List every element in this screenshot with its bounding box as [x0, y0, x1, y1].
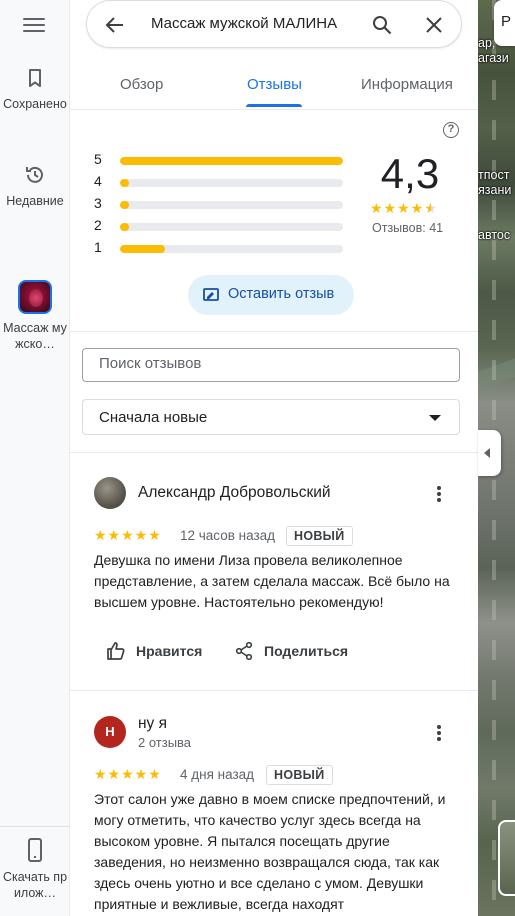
rating-row-label: 5 [94, 151, 102, 167]
search-icon[interactable] [371, 14, 393, 36]
back-arrow-icon[interactable] [103, 13, 127, 37]
share-label: Поделиться [264, 643, 349, 659]
map-top-chip-label: Р [501, 13, 512, 30]
layers-thumbnail[interactable] [498, 820, 515, 896]
tab-bar: Обзор Отзывы Информация [70, 62, 478, 110]
avatar[interactable] [94, 477, 126, 509]
average-stars: ★★★★★ [370, 200, 438, 216]
edit-review-icon [203, 288, 219, 301]
new-badge: НОВЫЙ [266, 765, 333, 785]
sort-selected: Сначала новые [99, 409, 208, 426]
map-label: ар, [478, 36, 496, 50]
review-author-count: 2 отзыва [138, 735, 192, 750]
like-label: Нравится [136, 643, 203, 659]
rating-bar-fill [120, 223, 129, 231]
rail-download-label: Скачать прилож… [2, 870, 68, 900]
place-panel: Обзор Отзывы Информация ? 5 4 3 2 1 4,3 … [70, 0, 478, 916]
map-label: агази [478, 51, 509, 65]
rating-bar-fill [120, 201, 129, 209]
rail-download-section: Скачать прилож… [0, 826, 70, 900]
rating-row-2: 2 [94, 215, 344, 237]
share-icon [235, 641, 253, 661]
divider [70, 452, 478, 453]
rating-bar-track [120, 157, 343, 165]
review-stars: ★★★★★ [94, 766, 162, 782]
place-thumbnail [18, 280, 52, 314]
rating-row-label: 4 [94, 173, 102, 189]
new-badge: НОВЫЙ [286, 526, 353, 546]
rail-saved-label: Сохранено [3, 97, 67, 111]
rating-row-3: 3 [94, 193, 344, 215]
rail-place-label: Массаж мужско… [3, 321, 67, 351]
search-box[interactable]: Массаж мужской МАЛИНА [86, 0, 462, 48]
dropdown-arrow-icon [429, 415, 441, 421]
rating-row-4: 4 [94, 171, 344, 193]
rail-place[interactable]: Массаж мужско… [0, 280, 70, 352]
phone-icon [28, 838, 42, 862]
map-label: тпост [478, 168, 510, 182]
rating-bar-fill [120, 245, 165, 253]
average-rating: 4,3 [380, 150, 440, 197]
rail-recent[interactable]: Недавние [0, 163, 70, 209]
rating-row-label: 3 [94, 195, 102, 211]
divider [70, 690, 478, 691]
sort-dropdown[interactable]: Сначала новые [82, 399, 460, 435]
history-icon [26, 166, 43, 183]
rail-download[interactable]: Скачать прилож… [0, 837, 70, 901]
divider [70, 331, 478, 332]
thumb-up-icon [107, 642, 125, 660]
tab-reviews[interactable]: Отзывы [247, 76, 302, 93]
review-author[interactable]: ну я [138, 715, 167, 733]
rating-bar-track [120, 201, 343, 209]
map-label: автос [478, 228, 511, 242]
rating-bar-fill [120, 179, 129, 187]
rating-row-1: 1 [94, 237, 344, 259]
tab-info[interactable]: Информация [361, 76, 453, 93]
review-text: Девушка по имени Лиза провела великолепн… [94, 552, 450, 610]
more-options-icon[interactable] [429, 484, 449, 504]
left-rail: Сохранено Недавние Массаж мужско… Скачат… [0, 0, 70, 916]
rating-bar-track [120, 179, 343, 187]
rating-bar-track [120, 223, 343, 231]
review-author[interactable]: Александр Добровольский [138, 484, 331, 502]
map-label: язани [478, 183, 512, 197]
review-search-box[interactable] [82, 348, 460, 382]
rating-bar-track [120, 245, 343, 253]
like-button[interactable]: Нравится [106, 640, 206, 664]
collapse-panel-button[interactable] [478, 430, 501, 476]
review-time: 4 дня назад [180, 767, 255, 782]
review-text: Этот салон уже давно в моем списке предп… [94, 791, 446, 912]
menu-icon[interactable] [22, 14, 46, 34]
avatar[interactable]: Н [94, 716, 126, 748]
review-count: Отзывов: 41 [372, 221, 444, 235]
review-time: 12 часов назад [180, 528, 276, 543]
map-top-chip[interactable]: Р [494, 0, 515, 46]
write-review-button[interactable]: Оставить отзыв [188, 275, 354, 315]
search-query[interactable]: Массаж мужской МАЛИНА [151, 15, 351, 32]
rail-recent-label: Недавние [6, 194, 64, 208]
more-options-icon[interactable] [429, 723, 449, 743]
tab-overview[interactable]: Обзор [120, 76, 163, 93]
rating-bar-fill [120, 157, 343, 165]
bookmark-icon [29, 69, 41, 87]
rating-row-5: 5 [94, 149, 344, 171]
rating-row-label: 1 [94, 239, 102, 255]
review-stars: ★★★★★ [94, 527, 162, 543]
share-button[interactable]: Поделиться [234, 640, 354, 664]
close-icon[interactable] [423, 14, 445, 36]
review-search-input[interactable] [99, 355, 439, 372]
write-review-label: Оставить отзыв [228, 286, 335, 302]
help-icon[interactable]: ? [443, 122, 459, 138]
active-tab-indicator [246, 104, 302, 107]
rail-saved[interactable]: Сохранено [0, 66, 70, 112]
rating-row-label: 2 [94, 217, 102, 233]
